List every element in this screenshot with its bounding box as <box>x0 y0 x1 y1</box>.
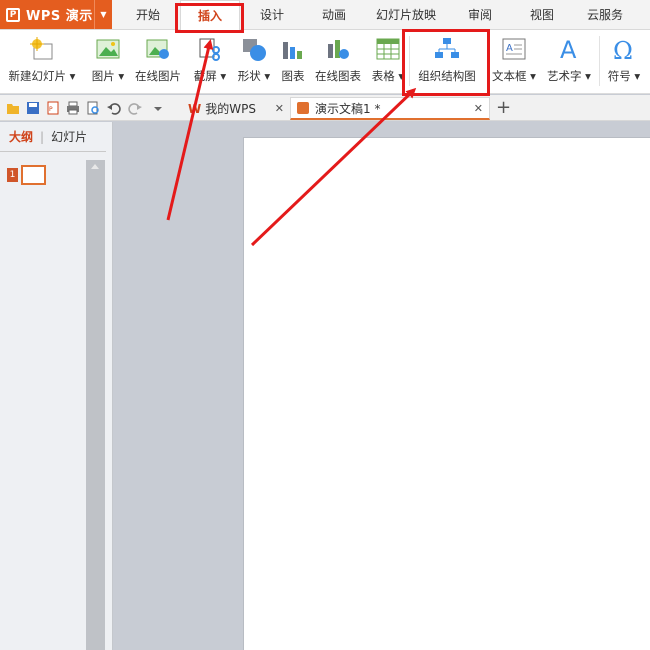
undo-icon[interactable] <box>107 101 121 115</box>
shape-icon <box>241 36 267 62</box>
menu-bar: P WPS 演示 ▼ 开始 插入 设计 动画 幻灯片放映 审阅 视图 云服务 <box>0 0 650 31</box>
app-name: WPS 演示 <box>26 9 93 24</box>
new-slide-icon <box>29 36 55 62</box>
chevron-down-icon[interactable]: ▼ <box>94 0 112 29</box>
shape-label: 形状 <box>237 69 261 83</box>
online-picture-label: 在线图片 <box>135 69 181 83</box>
tab-cloud[interactable]: 云服务 <box>580 0 630 30</box>
highlight-insert-tab <box>175 3 244 33</box>
quick-access-toolbar: P W 我的WPS ✕ 演示文稿1 * ✕ + <box>0 95 650 121</box>
wps-brand-icon: W <box>188 101 202 116</box>
wordart-button[interactable]: A 艺术字 ▾ <box>544 34 594 90</box>
svg-text:P: P <box>49 106 53 113</box>
scroll-up-arrow-icon[interactable] <box>91 164 99 169</box>
close-icon[interactable]: ✕ <box>474 102 483 115</box>
redo-icon[interactable] <box>128 101 142 115</box>
tab-slides[interactable]: 幻灯片 <box>51 128 87 145</box>
slide-workspace <box>114 122 650 650</box>
tab-slideshow[interactable]: 幻灯片放映 <box>370 0 442 30</box>
picture-icon <box>95 36 121 62</box>
table-label: 表格 <box>371 69 395 83</box>
omega-icon: Ω <box>611 36 637 65</box>
presentation-file-icon <box>297 102 309 114</box>
doc-tab-mywps[interactable]: W 我的WPS ✕ <box>168 97 288 120</box>
save-icon[interactable] <box>26 101 40 115</box>
scrollbar-track[interactable] <box>86 160 105 650</box>
customize-toolbar-icon[interactable] <box>152 101 164 115</box>
tab-home[interactable]: 开始 <box>126 0 170 30</box>
doc-tab-presentation[interactable]: 演示文稿1 * ✕ <box>290 97 490 120</box>
ribbon: 新建幻灯片 ▾ 图片 ▾ 在线图片 截屏 ▾ 形状 ▾ 图表 在线图表 表格 ▾… <box>0 30 650 94</box>
online-chart-button[interactable]: 在线图表 <box>312 34 364 90</box>
slide-thumbnail[interactable] <box>21 165 46 185</box>
tab-view[interactable]: 视图 <box>520 0 564 30</box>
online-picture-icon <box>145 36 171 62</box>
screenshot-button[interactable]: 截屏 ▾ <box>190 34 230 90</box>
symbol-button[interactable]: Ω 符号 ▾ <box>604 34 644 90</box>
pane-scrollbar[interactable] <box>86 160 105 650</box>
pane-tab-divider: | <box>40 129 45 144</box>
chart-label: 图表 <box>281 69 305 83</box>
symbol-label: 符号 <box>607 69 631 83</box>
table-icon <box>375 36 401 62</box>
textbox-icon: A <box>501 36 527 62</box>
new-tab-plus-icon[interactable]: + <box>496 97 511 119</box>
doc-tab-label: 我的WPS <box>205 102 256 116</box>
svg-text:A: A <box>506 43 513 54</box>
print-icon[interactable] <box>66 101 80 115</box>
pane-tabs: 大纲 | 幻灯片 <box>0 122 106 152</box>
textbox-label: 文本框 <box>492 69 527 83</box>
ribbon-divider <box>599 36 600 86</box>
chart-button[interactable]: 图表 <box>278 34 308 90</box>
new-slide-label: 新建幻灯片 <box>8 69 67 83</box>
tab-design[interactable]: 设计 <box>250 0 294 30</box>
slide-canvas[interactable] <box>243 137 650 650</box>
textbox-button[interactable]: A 文本框 ▾ <box>490 34 538 90</box>
tab-review[interactable]: 审阅 <box>458 0 502 30</box>
highlight-org-chart-button <box>402 29 490 96</box>
app-menu-button[interactable]: P WPS 演示 ▼ <box>0 0 112 29</box>
doc-tab-label: 演示文稿1 * <box>315 101 381 116</box>
tab-outline[interactable]: 大纲 <box>9 128 33 145</box>
bar-chart-icon <box>280 36 306 62</box>
wordart-icon: A <box>556 36 582 64</box>
online-picture-button[interactable]: 在线图片 <box>133 34 183 90</box>
open-folder-icon[interactable] <box>6 101 20 115</box>
export-pdf-icon[interactable]: P <box>46 101 60 115</box>
svg-text:Ω: Ω <box>613 37 633 62</box>
new-slide-button[interactable]: 新建幻灯片 ▾ <box>6 34 78 90</box>
picture-label: 图片 <box>91 69 115 83</box>
online-chart-icon <box>325 36 351 62</box>
scissors-icon <box>197 36 223 62</box>
wordart-label: 艺术字 <box>547 69 582 83</box>
wps-logo-icon: P <box>6 7 20 22</box>
outline-slides-pane: 大纲 | 幻灯片 1 <box>0 122 113 650</box>
screenshot-label: 截屏 <box>193 69 217 83</box>
picture-button[interactable]: 图片 ▾ <box>88 34 128 90</box>
print-preview-icon[interactable] <box>86 101 100 115</box>
online-chart-label: 在线图表 <box>315 69 361 83</box>
close-icon[interactable]: ✕ <box>275 102 284 115</box>
svg-text:A: A <box>560 36 577 62</box>
tab-animation[interactable]: 动画 <box>312 0 356 30</box>
slide-number: 1 <box>7 168 18 182</box>
shape-button[interactable]: 形状 ▾ <box>234 34 274 90</box>
